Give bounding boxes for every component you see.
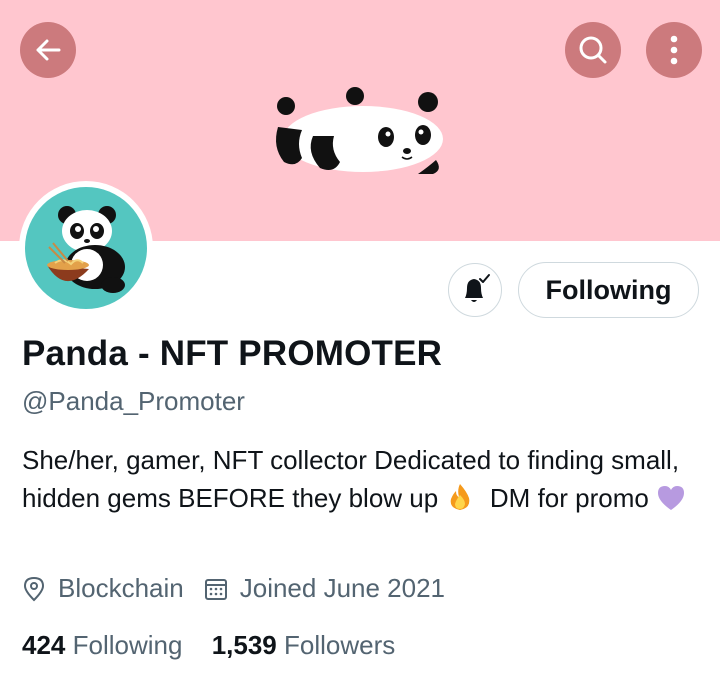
- panda-ramen-illustration: [47, 206, 125, 293]
- user-handle: @Panda_Promoter: [22, 386, 245, 416]
- location-text: Blockchain: [58, 573, 184, 603]
- profile-bio: She/her, gamer, NFT collector Dedicated …: [22, 441, 702, 517]
- search-icon: [579, 36, 607, 64]
- joined-text: Joined June 2021: [239, 573, 446, 603]
- location-pin-icon: [23, 576, 45, 601]
- more-button[interactable]: [646, 22, 702, 78]
- following-label: Following: [72, 630, 183, 660]
- banner-panda-illustration: [276, 87, 443, 174]
- bio-text-continued: DM for promo: [489, 483, 649, 513]
- search-button[interactable]: [565, 22, 621, 78]
- notifications-button[interactable]: [448, 263, 502, 317]
- location-item: Blockchain: [22, 573, 184, 604]
- avatar-image: [25, 187, 147, 309]
- follow-stats: 424 Following 1,539 Followers: [22, 630, 395, 661]
- following-count: 424: [22, 630, 66, 660]
- bell-check-icon: [465, 274, 490, 302]
- followers-link[interactable]: 1,539 Followers: [212, 630, 396, 660]
- profile-meta: Blockchain Joined June 2021: [22, 573, 445, 604]
- joined-item: Joined June 2021: [204, 573, 445, 604]
- fire-emoji: [451, 484, 470, 510]
- avatar[interactable]: [19, 181, 153, 315]
- following-link[interactable]: 424 Following: [22, 630, 190, 660]
- followers-label: Followers: [284, 630, 396, 660]
- more-vertical-icon: [670, 35, 678, 65]
- calendar-icon: [204, 578, 227, 600]
- display-name: Panda - NFT PROMOTER: [22, 334, 443, 373]
- back-button[interactable]: [20, 22, 76, 78]
- purple-heart-emoji: [658, 486, 685, 510]
- followers-count: 1,539: [211, 630, 277, 660]
- arrow-left-icon: [36, 39, 61, 61]
- following-button[interactable]: Following: [518, 262, 699, 318]
